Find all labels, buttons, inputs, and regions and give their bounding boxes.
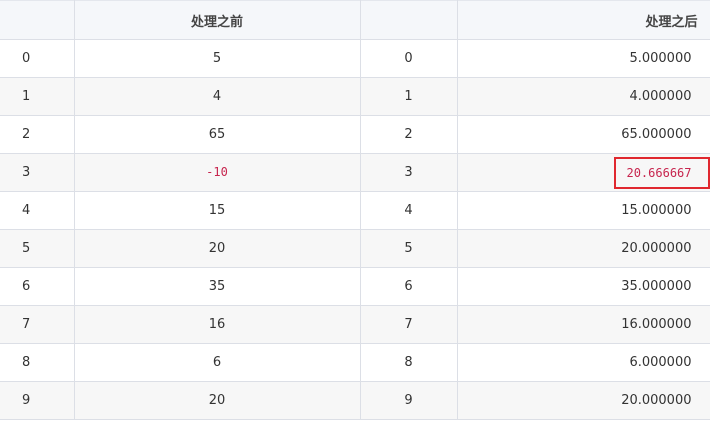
value-after: 20.000000 <box>456 381 710 420</box>
value-after: 6.000000 <box>456 343 710 382</box>
row-index-before: 5 <box>0 229 75 268</box>
table-row: 6 35 6 35.000000 <box>0 267 710 306</box>
value-before: 35 <box>73 267 361 306</box>
value-after: 35.000000 <box>456 267 710 306</box>
row-index-after: 2 <box>359 115 458 154</box>
value-after: 20.000000 <box>456 229 710 268</box>
row-index-before: 4 <box>0 191 75 230</box>
table-row: 3 -10 3 20.666667 <box>0 153 710 192</box>
value-before: 16 <box>73 305 361 344</box>
row-index-before: 0 <box>0 39 75 78</box>
row-index-before: 9 <box>0 381 75 420</box>
value-after: 16.000000 <box>456 305 710 344</box>
header-before: 处理之前 <box>73 0 361 40</box>
value-after: 65.000000 <box>456 115 710 154</box>
comparison-table: 处理之前 处理之后 0 5 0 5.000000 1 4 1 4.000000 2 65 2 65.0… <box>0 0 710 420</box>
value-after: 15.000000 <box>456 191 710 230</box>
header-index-after <box>359 0 458 40</box>
row-index-before: 2 <box>0 115 75 154</box>
value-before: 20 <box>73 381 361 420</box>
value-before: 4 <box>73 77 361 116</box>
table-row: 4 15 4 15.000000 <box>0 191 710 230</box>
table-body: 0 5 0 5.000000 1 4 1 4.000000 2 65 2 65.000000 3 -10 3… <box>0 39 710 420</box>
row-index-before: 1 <box>0 77 75 116</box>
value-after: 5.000000 <box>456 39 710 78</box>
row-index-before: 3 <box>0 153 75 192</box>
header-row: 处理之前 处理之后 <box>0 0 710 40</box>
value-after: 4.000000 <box>456 77 710 116</box>
table-row: 2 65 2 65.000000 <box>0 115 710 154</box>
header-index-before <box>0 0 75 40</box>
header-after: 处理之后 <box>456 0 710 40</box>
imputed-value-highlight: 20.666667 <box>614 156 710 189</box>
row-index-after: 1 <box>359 77 458 116</box>
value-before: 20 <box>73 229 361 268</box>
table-row: 1 4 1 4.000000 <box>0 77 710 116</box>
outlier-value: -10 <box>206 165 228 179</box>
table-header: 处理之前 处理之后 <box>0 0 710 40</box>
row-index-after: 9 <box>359 381 458 420</box>
row-index-after: 8 <box>359 343 458 382</box>
value-after: 20.666667 <box>456 153 710 192</box>
row-index-after: 3 <box>359 153 458 192</box>
table-row: 0 5 0 5.000000 <box>0 39 710 78</box>
row-index-after: 0 <box>359 39 458 78</box>
value-before: 6 <box>73 343 361 382</box>
value-before: 5 <box>73 39 361 78</box>
table-row: 7 16 7 16.000000 <box>0 305 710 344</box>
value-before: 65 <box>73 115 361 154</box>
value-before: 15 <box>73 191 361 230</box>
table-row: 9 20 9 20.000000 <box>0 381 710 420</box>
row-index-after: 4 <box>359 191 458 230</box>
table-row: 8 6 8 6.000000 <box>0 343 710 382</box>
value-before: -10 <box>73 153 361 192</box>
row-index-before: 8 <box>0 343 75 382</box>
row-index-after: 5 <box>359 229 458 268</box>
row-index-before: 6 <box>0 267 75 306</box>
table-row: 5 20 5 20.000000 <box>0 229 710 268</box>
row-index-after: 7 <box>359 305 458 344</box>
row-index-after: 6 <box>359 267 458 306</box>
row-index-before: 7 <box>0 305 75 344</box>
